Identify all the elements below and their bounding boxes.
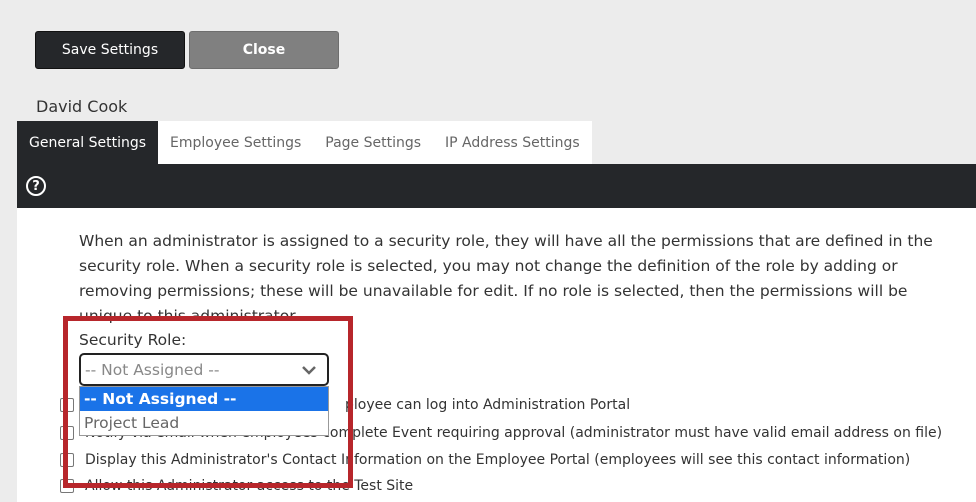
tab-toolbar: ?	[17, 164, 976, 208]
help-icon[interactable]: ?	[26, 176, 46, 196]
settings-tabs: General Settings Employee Settings Page …	[17, 121, 592, 164]
description-clip: When an administrator is assigned to a s…	[79, 229, 964, 323]
tab-page-settings[interactable]: Page Settings	[313, 121, 433, 164]
role-description: When an administrator is assigned to a s…	[79, 232, 933, 323]
save-settings-button[interactable]: Save Settings	[35, 31, 185, 69]
tab-ip-address-settings[interactable]: IP Address Settings	[433, 121, 592, 164]
close-button[interactable]: Close	[189, 31, 339, 69]
administrator-name: David Cook	[36, 97, 128, 116]
highlight-annotation	[63, 316, 353, 488]
checkbox-label-admin-portal: ployee can log into Administration Porta…	[345, 397, 631, 413]
tab-general-settings[interactable]: General Settings	[17, 121, 159, 164]
tab-employee-settings[interactable]: Employee Settings	[158, 121, 313, 164]
